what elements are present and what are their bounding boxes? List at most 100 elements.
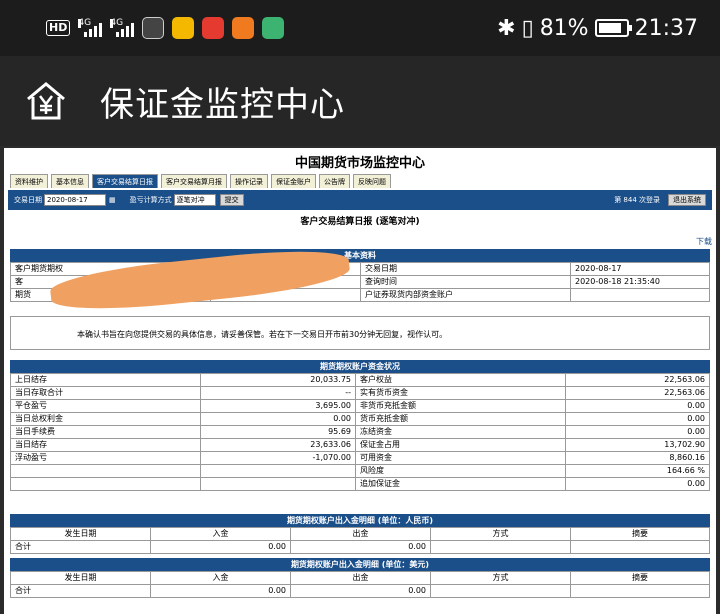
logout-button[interactable]: 退出系统 (668, 194, 706, 206)
video-app-icon (262, 17, 285, 39)
query-time-value: 2020-08-18 21:35:40 (570, 275, 710, 289)
query-time-label: 查询时间 (360, 275, 571, 289)
cny-section: 期货期权账户出入金明细 (单位：人民币) 发生日期 入金 出金 方式 摘要 合计… (10, 514, 710, 554)
table-row: 当日手续费 95.69 冻结资金 0.00 (10, 425, 710, 439)
tab-margin-account[interactable]: 保证金账户 (271, 174, 316, 188)
login-count: 第 844 次登录 (614, 196, 660, 204)
col-date: 发生日期 (10, 571, 151, 585)
submit-button[interactable]: 提交 (219, 194, 244, 206)
funds-right-value: 0.00 (565, 399, 710, 413)
funds-right-label: 实有货币资金 (355, 386, 566, 400)
col-out: 出金 (290, 571, 431, 585)
col-in: 入金 (150, 571, 291, 585)
table-row: 上日结存 20,033.75 客户权益 22,563.06 (10, 373, 710, 387)
signal-icon: 4G (78, 19, 103, 37)
col-method: 方式 (430, 571, 571, 585)
tab-bar: 资料维护 基本信息 客户交易结算日报 客户交易结算月报 操作记录 保证金账户 公… (10, 174, 391, 188)
basic-info-head: 基本资料 (10, 249, 710, 262)
tab-operation-log[interactable]: 操作记录 (230, 174, 268, 188)
page-title: 保证金监控中心 (100, 84, 345, 125)
funds-right-value: 8,860.16 (565, 451, 710, 465)
pl-method-label: 盈亏计算方式 (129, 196, 172, 204)
report-page: 中国期货市场监控中心 资料维护 基本信息 客户交易结算日报 客户交易结算月报 操… (4, 148, 716, 614)
date-input[interactable]: 2020-08-17 (44, 194, 106, 206)
funds-left-value: -1,070.00 (200, 451, 356, 465)
funds-left-label: 当日结存 (10, 438, 201, 452)
funds-left-value: 23,633.06 (200, 438, 356, 452)
calendar-icon[interactable]: ▦ (109, 196, 116, 204)
trade-date-value: 2020-08-17 (570, 262, 710, 276)
tab-basic-info[interactable]: 基本信息 (51, 174, 89, 188)
cny-head: 期货期权账户出入金明细 (单位：人民币) (10, 514, 710, 527)
funds-right-value: 0.00 (565, 477, 710, 491)
table-row: 追加保证金 0.00 (10, 477, 710, 491)
funds-right-label: 冻结资金 (355, 425, 566, 439)
tab-bulletin[interactable]: 公告牌 (319, 174, 350, 188)
clock: 21:37 (634, 15, 698, 41)
signal-icon: 4G (110, 19, 135, 37)
funds-left-label: 平仓盈亏 (10, 399, 201, 413)
date-label: 交易日期 (14, 196, 42, 204)
funds-head: 期货期权账户资金状况 (10, 360, 710, 373)
out-total: 0.00 (290, 540, 431, 554)
battery-percent: 81% (539, 15, 589, 41)
total-label: 合计 (10, 584, 151, 598)
query-toolbar: 交易日期 2020-08-17 ▦ 盈亏计算方式 逐笔对冲 提交 第 844 次… (8, 190, 712, 210)
home-yuan-icon[interactable] (24, 79, 68, 123)
funds-right-label: 客户权益 (355, 373, 566, 387)
table-row: 风险度 164.66 % (10, 464, 710, 478)
status-bar: HD 4G 4G ✱ ▯ 81% 21:37 (0, 0, 720, 56)
funds-right-label: 非货币充抵金额 (355, 399, 566, 413)
col-summary: 摘要 (570, 571, 710, 585)
col-summary: 摘要 (570, 527, 710, 541)
usd-section: 期货期权账户出入金明细 (单位：美元) 发生日期 入金 出金 方式 摘要 合计 … (10, 558, 710, 598)
funds-left-label: 上日结存 (10, 373, 201, 387)
tab-profile[interactable]: 资料维护 (10, 174, 48, 188)
tab-feedback[interactable]: 反映问题 (353, 174, 391, 188)
usd-head: 期货期权账户出入金明细 (单位：美元) (10, 558, 710, 571)
usd-table: 发生日期 入金 出金 方式 摘要 合计 0.00 0.00 (10, 571, 710, 598)
funds-right-value: 164.66 % (565, 464, 710, 478)
funds-left-value (200, 464, 356, 478)
battery-icon (594, 19, 632, 37)
table-row: 平仓盈亏 3,695.00 非货币充抵金额 0.00 (10, 399, 710, 413)
funds-left-value: 3,695.00 (200, 399, 356, 413)
tab-daily-report[interactable]: 客户交易结算日报 (92, 174, 158, 188)
download-link[interactable]: 下载 (696, 236, 712, 247)
funds-left-label (10, 477, 201, 491)
funds-right-value: 0.00 (565, 425, 710, 439)
basic-info-section: 基本资料 客户期货期权 交易日期 2020-08-17 客 查询时间 2020-… (10, 243, 710, 317)
funds-right-label: 货币充抵金额 (355, 412, 566, 426)
funds-right-value: 22,563.06 (565, 386, 710, 400)
funds-left-value (200, 477, 356, 491)
funds-left-label: 当日手续费 (10, 425, 201, 439)
funds-left-value: -- (200, 386, 356, 400)
vibrate-icon: ▯ (521, 15, 534, 41)
report-title: 客户交易结算日报 (逐笔对冲) (300, 217, 420, 227)
table-row: 当日结存 23,633.06 保证金占用 13,702.90 (10, 438, 710, 452)
app-icon (232, 17, 255, 39)
app-header: 保证金监控中心 (0, 56, 720, 146)
table-row: 浮动盈亏 -1,070.00 可用资金 8,860.16 (10, 451, 710, 465)
notice-box: 本确认书旨在向您提供交易的具体信息，请妥善保管。若在下一交易日开市前30分钟无回… (10, 316, 710, 350)
funds-right-label: 追加保证金 (355, 477, 566, 491)
bluetooth-icon: ✱ (497, 15, 516, 41)
funds-left-value: 0.00 (200, 412, 356, 426)
site-title: 中国期货市场监控中心 (294, 156, 425, 171)
notice-text: 本确认书旨在向您提供交易的具体信息，请妥善保管。若在下一交易日开市前30分钟无回… (77, 330, 448, 339)
funds-right-value: 13,702.90 (565, 438, 710, 452)
in-total: 0.00 (150, 584, 291, 598)
funds-table: 上日结存 20,033.75 客户权益 22,563.06 当日存取合计 -- 实有货币资金… (10, 373, 710, 491)
funds-left-label: 当日总权利金 (10, 412, 201, 426)
table-row: 当日存取合计 -- 实有货币资金 22,563.06 (10, 386, 710, 400)
notes-app-icon (172, 17, 195, 39)
col-date: 发生日期 (10, 527, 151, 541)
pl-method-select[interactable]: 逐笔对冲 (173, 194, 216, 206)
funds-section: 期货期权账户资金状况 上日结存 20,033.75 客户权益 22,563.06 当日存… (10, 360, 710, 491)
funds-left-value: 95.69 (200, 425, 356, 439)
activity-app-icon (142, 17, 165, 39)
in-total: 0.00 (150, 540, 291, 554)
funds-right-label: 可用资金 (355, 451, 566, 465)
tab-monthly-report[interactable]: 客户交易结算月报 (161, 174, 227, 188)
table-row: 当日总权利金 0.00 货币充抵金额 0.00 (10, 412, 710, 426)
